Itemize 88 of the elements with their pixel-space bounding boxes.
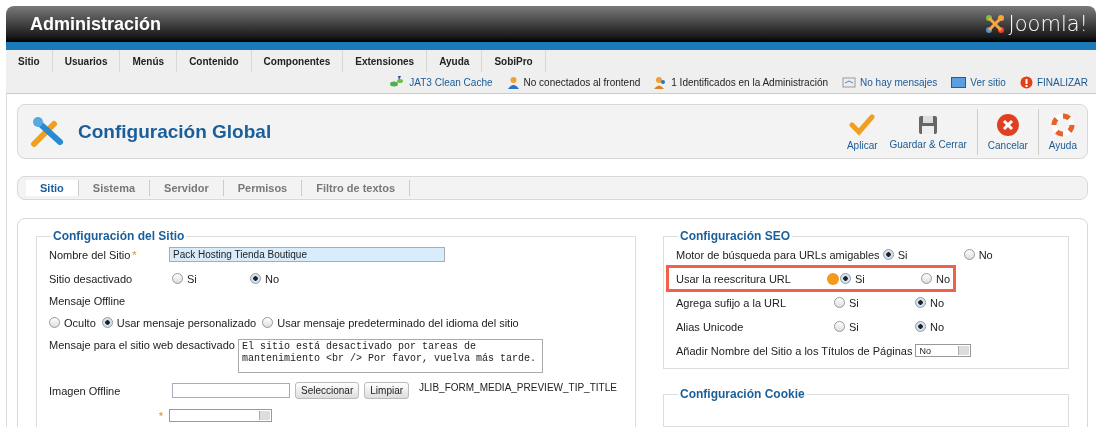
radio-button[interactable] (262, 317, 274, 328)
toolbar-button[interactable]: Cancelar (976, 108, 1034, 155)
site-name-input[interactable]: Pack Hosting Tienda Boutique (169, 247, 445, 262)
status-link[interactable]: Ver sitio (970, 76, 1006, 88)
option-label: Usar mensaje personalizado (116, 316, 257, 329)
option-label: Si (897, 248, 908, 261)
dropdown[interactable] (169, 409, 272, 422)
monitor-icon (951, 76, 967, 88)
toolbar-button[interactable]: Ayuda (1037, 108, 1083, 155)
page-title: Configuración Global (78, 120, 273, 143)
toolbar-button[interactable]: Aplicar (840, 108, 884, 155)
field-label: Usar la reescritura URL (676, 272, 792, 285)
close-icon (995, 112, 1020, 137)
required-mark: * (132, 248, 137, 261)
logo-text: Joomla! (1008, 12, 1088, 36)
field-label: Sitio desactivado (49, 272, 134, 285)
menu-item[interactable]: Sitio (6, 50, 53, 72)
message-icon (842, 76, 857, 88)
status-text: No conectados al frontend (523, 76, 641, 88)
option-label: No (930, 320, 945, 333)
tab[interactable]: Sitio (26, 180, 79, 196)
option-label: Si (855, 272, 865, 285)
radio-button[interactable] (840, 273, 851, 284)
group-title: Configuración del Sitio (52, 229, 186, 243)
radio-button[interactable] (49, 317, 60, 328)
menu-item[interactable]: SobiPro (482, 50, 546, 72)
option-label: No (978, 248, 993, 261)
app-title: Administración (30, 13, 162, 35)
alert-icon (1019, 75, 1033, 89)
radio-button[interactable] (250, 273, 261, 284)
menu-item[interactable]: Menús (120, 50, 178, 72)
radio-button[interactable] (915, 297, 926, 308)
tab[interactable]: Permisos (223, 180, 303, 196)
tab[interactable]: Filtro de textos (302, 180, 411, 196)
option-label: No (265, 272, 280, 285)
message-textarea[interactable]: El sitio está desactivado por tareas de mantenimiento <br /> Por favor, vuelva más tarde. (237, 339, 543, 373)
radio-button[interactable] (834, 297, 845, 308)
form-button[interactable]: Limpiar (364, 382, 410, 399)
radio-button[interactable] (921, 273, 932, 284)
toolbar-button[interactable]: Guardar & Cerrar (883, 109, 973, 154)
option-label: Si (849, 320, 859, 333)
radio-button[interactable] (915, 321, 926, 332)
checkmark-icon (849, 112, 876, 137)
status-link[interactable]: FINALIZAR (1036, 76, 1088, 88)
status-text: 1 Identificados en la Administración (671, 76, 829, 88)
radio-button[interactable] (834, 321, 845, 332)
group-title: Configuración SEO (679, 229, 791, 243)
group-title: Configuración Cookie (679, 387, 806, 401)
field-label: Mensaje para el sitio web desactivado (49, 339, 236, 351)
option-label: Usar mensaje predeterminado del idioma del sitio (277, 316, 519, 329)
field-label: Motor de búsqueda para URLs amigables (676, 248, 881, 261)
option-label: No (936, 272, 951, 285)
radio-button[interactable] (963, 249, 975, 260)
user-icon (506, 75, 520, 89)
tab[interactable]: Servidor (150, 180, 224, 196)
option-label: Si (187, 272, 197, 285)
required-mark: * (158, 409, 163, 422)
field-label: Nombre del Sitio (49, 248, 131, 261)
field-label: Mensaje Offline (49, 295, 127, 307)
image-input[interactable] (172, 383, 290, 398)
logo-icon (983, 13, 1006, 35)
field-label: Agrega sufijo a la URL (676, 296, 788, 309)
menu-item[interactable]: Ayuda (427, 50, 483, 72)
form-button[interactable]: Seleccionar (295, 382, 360, 399)
save-icon (918, 113, 939, 136)
users-icon (654, 75, 668, 89)
dropdown-value: No (919, 345, 931, 356)
field-label: Imagen Offline (49, 384, 122, 397)
field-label: Alias Unicode (676, 320, 745, 333)
tools-icon (30, 115, 66, 148)
menu-item[interactable]: Componentes (251, 50, 344, 72)
preview-text: JLIB_FORM_MEDIA_PREVIEW_TIP_TITLE (419, 382, 617, 393)
option-label: Si (849, 296, 859, 309)
tab[interactable]: Sistema (78, 180, 151, 196)
radio-button[interactable] (172, 273, 183, 284)
status-link[interactable]: No hay mensajes (860, 76, 938, 88)
status-link[interactable]: JAT3 Clean Cache (409, 76, 493, 88)
option-label: Oculto (64, 316, 96, 329)
menu-item[interactable]: Usuarios (52, 50, 121, 72)
field-label: Añadir Nombre del Sitio a los Títulos de Páginas (676, 344, 914, 357)
lifebuoy-icon (1050, 112, 1075, 137)
leaf-icon (389, 75, 406, 89)
radio-button[interactable] (882, 249, 894, 260)
dropdown[interactable]: No (915, 344, 972, 357)
menu-item[interactable]: Contenido (177, 50, 252, 72)
option-label: No (930, 296, 945, 309)
menu-item[interactable]: Extensiones (343, 50, 428, 72)
radio-button[interactable] (101, 317, 113, 328)
